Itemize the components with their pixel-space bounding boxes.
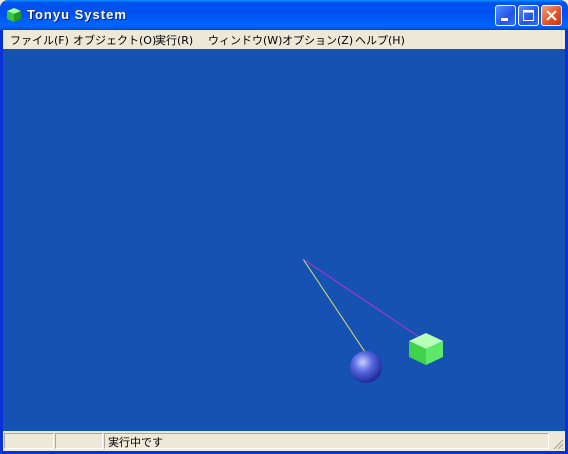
pendulum-string-yellow — [302, 258, 376, 368]
minimize-icon — [501, 18, 508, 21]
game-canvas[interactable] — [3, 49, 565, 431]
scene — [302, 258, 443, 383]
menu-file[interactable]: ファイル(F) — [10, 32, 69, 48]
pendulum-string-magenta — [302, 258, 429, 344]
menu-object[interactable]: オブジェクト(O) — [73, 32, 156, 48]
menu-run[interactable]: 実行(R) — [155, 32, 193, 48]
green-cube-icon — [6, 7, 22, 23]
menu-window[interactable]: ウィンドウ(W) — [208, 32, 282, 48]
green-cube — [409, 333, 443, 365]
resize-grip-icon[interactable] — [552, 438, 564, 450]
title-bar[interactable]: Tonyu System — [0, 0, 568, 30]
maximize-button[interactable] — [518, 5, 539, 26]
status-pane-2 — [55, 433, 103, 449]
menu-bar: ファイル(F) オブジェクト(O) 実行(R) ウィンドウ(W) オプション(Z… — [3, 30, 565, 49]
status-text: 実行中です — [108, 436, 163, 449]
menu-help[interactable]: ヘルプ(H) — [355, 32, 405, 48]
status-pane-1 — [4, 433, 54, 449]
menu-option[interactable]: オプション(Z) — [282, 32, 353, 48]
blue-sphere — [350, 351, 382, 383]
window-title: Tonyu System — [27, 7, 127, 22]
close-icon — [546, 10, 557, 21]
status-pane-3 — [104, 433, 549, 449]
app-window: Tonyu System ファイル(F) オブジェクト(O) 実行(R) ウィン… — [0, 0, 568, 454]
maximize-icon — [523, 10, 534, 21]
status-bar: 実行中です — [3, 431, 565, 451]
close-button[interactable] — [541, 5, 562, 26]
minimize-button[interactable] — [495, 5, 516, 26]
